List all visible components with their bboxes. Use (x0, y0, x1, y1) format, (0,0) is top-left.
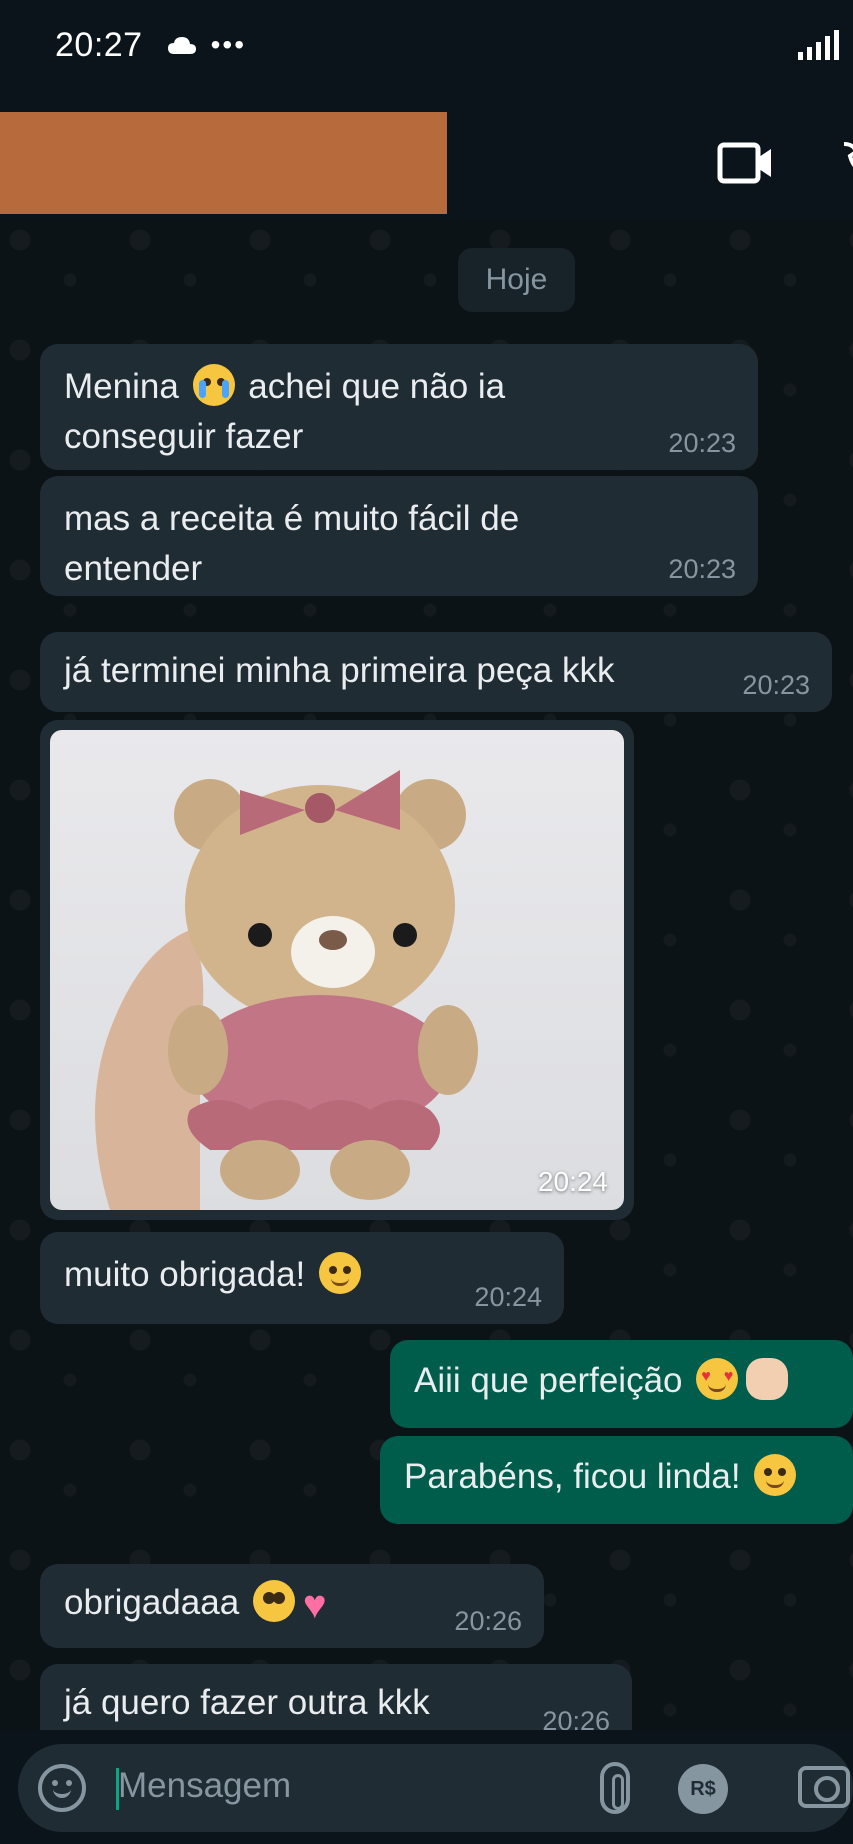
message-input[interactable]: Mensagem (118, 1766, 291, 1806)
message-text: Aiii que perfeição ♥ ♥ (414, 1356, 829, 1406)
message-text: obrigadaaa ♥ (64, 1578, 520, 1630)
crying-face-emoji-icon (192, 364, 235, 406)
message-bubble-incoming[interactable]: mas a receita é muito fácil de entender … (40, 476, 758, 596)
clapping-hands-emoji-icon (746, 1358, 789, 1400)
message-input-field[interactable]: Mensagem R$ (18, 1744, 853, 1832)
message-text: conseguir fazer (64, 417, 304, 456)
message-text: já terminei minha primeira peça kkk (64, 651, 615, 690)
crochet-bear-photo[interactable]: 20:24 (50, 730, 624, 1210)
smiling-face-with-hearts-emoji-icon (319, 1252, 361, 1294)
emoji-icon[interactable] (38, 1764, 86, 1812)
smiling-face-with-hearts-emoji-icon (754, 1454, 797, 1496)
chat-area[interactable]: Hoje Menina achei que não ia conseguir f… (0, 220, 853, 1730)
message-bubble-outgoing[interactable]: Aiii que perfeição ♥ ♥ (390, 1340, 853, 1428)
message-time: 20:24 (474, 1282, 542, 1312)
message-bubble-incoming[interactable]: já terminei minha primeira peça kkk 20:2… (40, 632, 832, 712)
message-time: 20:23 (668, 428, 736, 458)
message-bubble-incoming[interactable]: obrigadaaa ♥ 20:26 (40, 1564, 544, 1648)
message-text: já quero fazer outra kkk (64, 1683, 430, 1722)
message-time: 20:26 (454, 1606, 522, 1636)
message-bubble-incoming[interactable]: Menina achei que não ia conseguir fazer … (40, 344, 758, 470)
image-message[interactable]: 20:24 (40, 720, 634, 1220)
input-bar: Mensagem R$ (0, 1730, 853, 1844)
voice-call-icon[interactable] (840, 140, 853, 186)
video-call-icon[interactable] (717, 142, 773, 184)
heart-eyes-emoji-icon: ♥ ♥ (696, 1358, 739, 1400)
message-text: entender (64, 549, 203, 588)
message-text: Parabéns, ficou linda! (404, 1452, 829, 1502)
amigurumi-bear-image (95, 770, 478, 1210)
attach-icon[interactable] (600, 1762, 630, 1814)
signal-icon (798, 30, 839, 60)
message-time: 20:23 (668, 554, 736, 584)
message-time: 20:23 (742, 670, 810, 700)
message-bubble-outgoing[interactable]: Parabéns, ficou linda! (380, 1436, 853, 1524)
more-notifications-icon: ••• (210, 29, 247, 60)
message-text: Menina achei que não ia (64, 362, 734, 412)
message-text: muito obrigada! (64, 1250, 540, 1300)
status-bar: 20:27 ••• (0, 0, 853, 90)
message-bubble-incoming[interactable]: muito obrigada! 20:24 (40, 1232, 564, 1324)
pleading-face-emoji-icon (252, 1580, 295, 1622)
status-time: 20:27 (55, 25, 143, 64)
payment-icon[interactable]: R$ (678, 1764, 728, 1814)
message-time: 20:24 (537, 1166, 608, 1197)
message-text: mas a receita é muito fácil de (64, 499, 520, 538)
date-chip: Hoje (458, 248, 575, 312)
message-bubble-incoming[interactable]: já quero fazer outra kkk 20:26 (40, 1664, 632, 1730)
redacted-contact-info[interactable] (0, 112, 447, 214)
message-time: 20:26 (542, 1706, 610, 1730)
pink-heart-emoji-icon: ♥ (302, 1583, 327, 1627)
camera-icon[interactable] (798, 1766, 850, 1808)
cloud-icon (167, 37, 196, 54)
chat-header (0, 90, 853, 220)
